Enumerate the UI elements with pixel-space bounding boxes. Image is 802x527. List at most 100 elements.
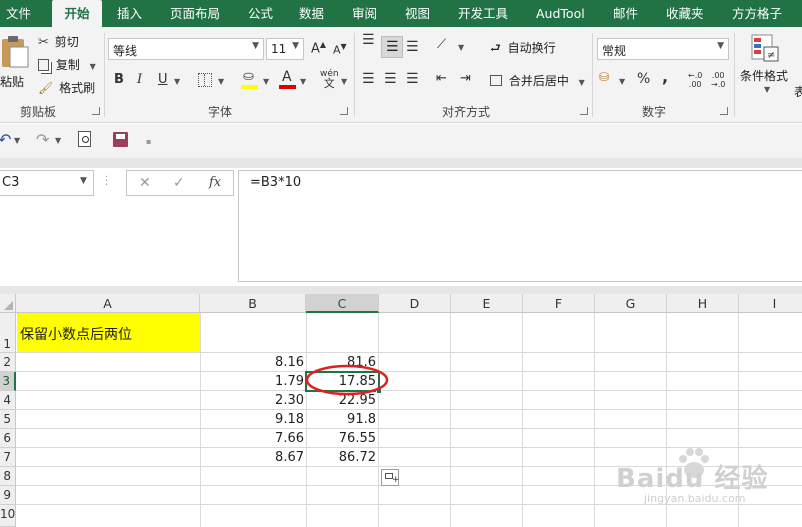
fill-color-button[interactable]: ⛀ — [240, 69, 260, 91]
percent-style-button[interactable]: % — [637, 71, 650, 87]
redo-icon[interactable]: ↷ — [36, 130, 49, 149]
row-header-2[interactable]: 2 — [0, 353, 16, 372]
name-box[interactable]: C3 ▼ — [0, 170, 94, 196]
row-header-4[interactable]: 4 — [0, 391, 16, 410]
merge-center-button[interactable]: 合并后居中 ▼ — [490, 72, 585, 89]
cut-button[interactable]: ✂ 剪切 — [38, 33, 79, 51]
column-header-B[interactable]: B — [200, 294, 306, 313]
font-color-dropdown-arrow[interactable]: ▼ — [300, 77, 306, 86]
phonetic-guide-button[interactable]: wén 文 — [320, 69, 339, 90]
select-all-corner[interactable] — [0, 294, 16, 313]
column-header-I[interactable]: I — [739, 294, 802, 313]
column-header-C[interactable]: C — [306, 294, 379, 313]
formula-bar-splitter[interactable]: · · · — [105, 173, 108, 191]
orientation-dropdown-arrow[interactable]: ▼ — [458, 43, 464, 52]
align-left-button[interactable]: ☰ — [362, 71, 375, 87]
paste-button[interactable]: 粘贴 — [0, 33, 30, 95]
tab-favorites[interactable]: 收藏夹 — [666, 0, 704, 27]
formula-input[interactable]: =B3*10 — [238, 170, 802, 282]
tab-ffgz[interactable]: 方方格子 — [732, 0, 782, 27]
undo-icon[interactable]: ↶ — [0, 130, 11, 149]
underline-button[interactable]: U — [158, 72, 168, 87]
align-top-button[interactable]: ☰ — [362, 33, 375, 47]
column-header-D[interactable]: D — [379, 294, 451, 313]
tab-developer[interactable]: 开发工具 — [458, 0, 508, 27]
font-color-button[interactable]: A — [278, 69, 298, 91]
underline-dropdown-arrow[interactable]: ▼ — [174, 77, 180, 86]
decrease-font-size-button[interactable]: A▼ — [333, 42, 347, 57]
redo-dropdown-arrow[interactable]: ▼ — [55, 136, 61, 145]
font-launcher-icon[interactable] — [340, 107, 348, 115]
row-header-5[interactable]: 5 — [0, 410, 16, 429]
insert-function-icon[interactable]: fx — [209, 175, 221, 190]
increase-decimal-button[interactable]: ←.0.00 — [688, 71, 702, 89]
align-bottom-button[interactable]: ☰ — [406, 39, 419, 55]
format-painter-button[interactable]: 🖌 格式刷 — [38, 79, 95, 97]
copy-dropdown-arrow[interactable]: ▼ — [90, 62, 96, 71]
accounting-format-button[interactable]: ⛁ — [599, 70, 609, 84]
tab-data[interactable]: 数据 — [299, 0, 324, 27]
cell-C7[interactable]: 86.72 — [306, 450, 376, 465]
italic-button[interactable]: I — [137, 72, 142, 87]
cell-B7[interactable]: 8.67 — [200, 450, 304, 465]
align-middle-button[interactable]: ☰ — [381, 36, 403, 58]
worksheet-grid[interactable]: A B C D E F G H I 1 2 3 4 5 6 7 8 9 10 保… — [0, 294, 802, 527]
row-header-9[interactable]: 9 — [0, 486, 16, 505]
tab-file[interactable]: 文件 — [6, 0, 31, 27]
column-header-E[interactable]: E — [451, 294, 523, 313]
borders-dropdown-arrow[interactable]: ▼ — [218, 77, 224, 86]
tab-formulas[interactable]: 公式 — [248, 0, 273, 27]
tab-audtool[interactable]: AudTool — [536, 0, 585, 27]
fill-color-dropdown-arrow[interactable]: ▼ — [263, 77, 269, 86]
increase-indent-button[interactable]: ⇥ — [460, 71, 471, 86]
cell-B6[interactable]: 7.66 — [200, 431, 304, 446]
row-header-1[interactable]: 1 — [0, 313, 16, 353]
format-as-table-label-partial[interactable]: 表 — [794, 83, 802, 100]
decrease-decimal-button[interactable]: .00 →.0 — [711, 71, 725, 89]
wrap-text-button[interactable]: ⮐ 自动换行 — [490, 39, 556, 60]
column-header-H[interactable]: H — [667, 294, 739, 313]
print-preview-icon[interactable] — [78, 131, 91, 147]
cell-C5[interactable]: 91.8 — [306, 412, 376, 427]
cell-B4[interactable]: 2.30 — [200, 393, 304, 408]
align-center-button[interactable]: ☰ — [384, 71, 397, 87]
column-header-F[interactable]: F — [523, 294, 595, 313]
row-header-6[interactable]: 6 — [0, 429, 16, 448]
cell-B3[interactable]: 1.79 — [200, 374, 304, 389]
column-header-A[interactable]: A — [16, 294, 200, 313]
save-icon[interactable] — [113, 132, 128, 147]
comma-style-button[interactable]: , — [662, 67, 668, 86]
tab-page-layout[interactable]: 页面布局 — [170, 0, 220, 27]
row-header-7[interactable]: 7 — [0, 448, 16, 467]
copy-button[interactable]: 复制 ▼ — [38, 56, 96, 74]
align-right-button[interactable]: ☰ — [406, 71, 419, 87]
decrease-indent-button[interactable]: ⇤ — [436, 71, 447, 86]
row-header-3[interactable]: 3 — [0, 372, 16, 391]
autofill-options-button[interactable]: + — [381, 469, 400, 486]
increase-font-size-button[interactable]: A▲ — [311, 40, 326, 56]
tab-mail[interactable]: 邮件 — [613, 0, 638, 27]
customize-qat-arrow[interactable]: ▪ — [146, 137, 151, 146]
column-header-G[interactable]: G — [595, 294, 667, 313]
tab-home[interactable]: 开始 — [52, 0, 102, 27]
enter-icon[interactable]: ✓ — [173, 175, 185, 191]
row-header-8[interactable]: 8 — [0, 467, 16, 486]
cell-B2[interactable]: 8.16 — [200, 355, 304, 370]
accounting-dropdown-arrow[interactable]: ▼ — [619, 77, 625, 86]
borders-button[interactable] — [198, 73, 212, 87]
orientation-button[interactable]: ⟋ — [437, 37, 446, 52]
tab-review[interactable]: 审阅 — [352, 0, 377, 27]
phonetic-dropdown-arrow[interactable]: ▼ — [341, 77, 347, 86]
bold-button[interactable]: B — [114, 72, 124, 87]
row-header-10[interactable]: 10 — [0, 505, 16, 527]
font-name-dropdown[interactable]: 等线 ▼ — [108, 38, 264, 60]
clipboard-launcher-icon[interactable] — [92, 107, 100, 115]
cell-B5[interactable]: 9.18 — [200, 412, 304, 427]
cancel-icon[interactable]: ✕ — [139, 175, 151, 191]
undo-dropdown-arrow[interactable]: ▼ — [14, 136, 20, 145]
alignment-launcher-icon[interactable] — [580, 107, 588, 115]
number-launcher-icon[interactable] — [720, 107, 728, 115]
tab-insert[interactable]: 插入 — [117, 0, 142, 27]
tab-view[interactable]: 视图 — [405, 0, 430, 27]
conditional-formatting-button[interactable]: ≠ 条件格式 ▼ — [740, 33, 796, 99]
